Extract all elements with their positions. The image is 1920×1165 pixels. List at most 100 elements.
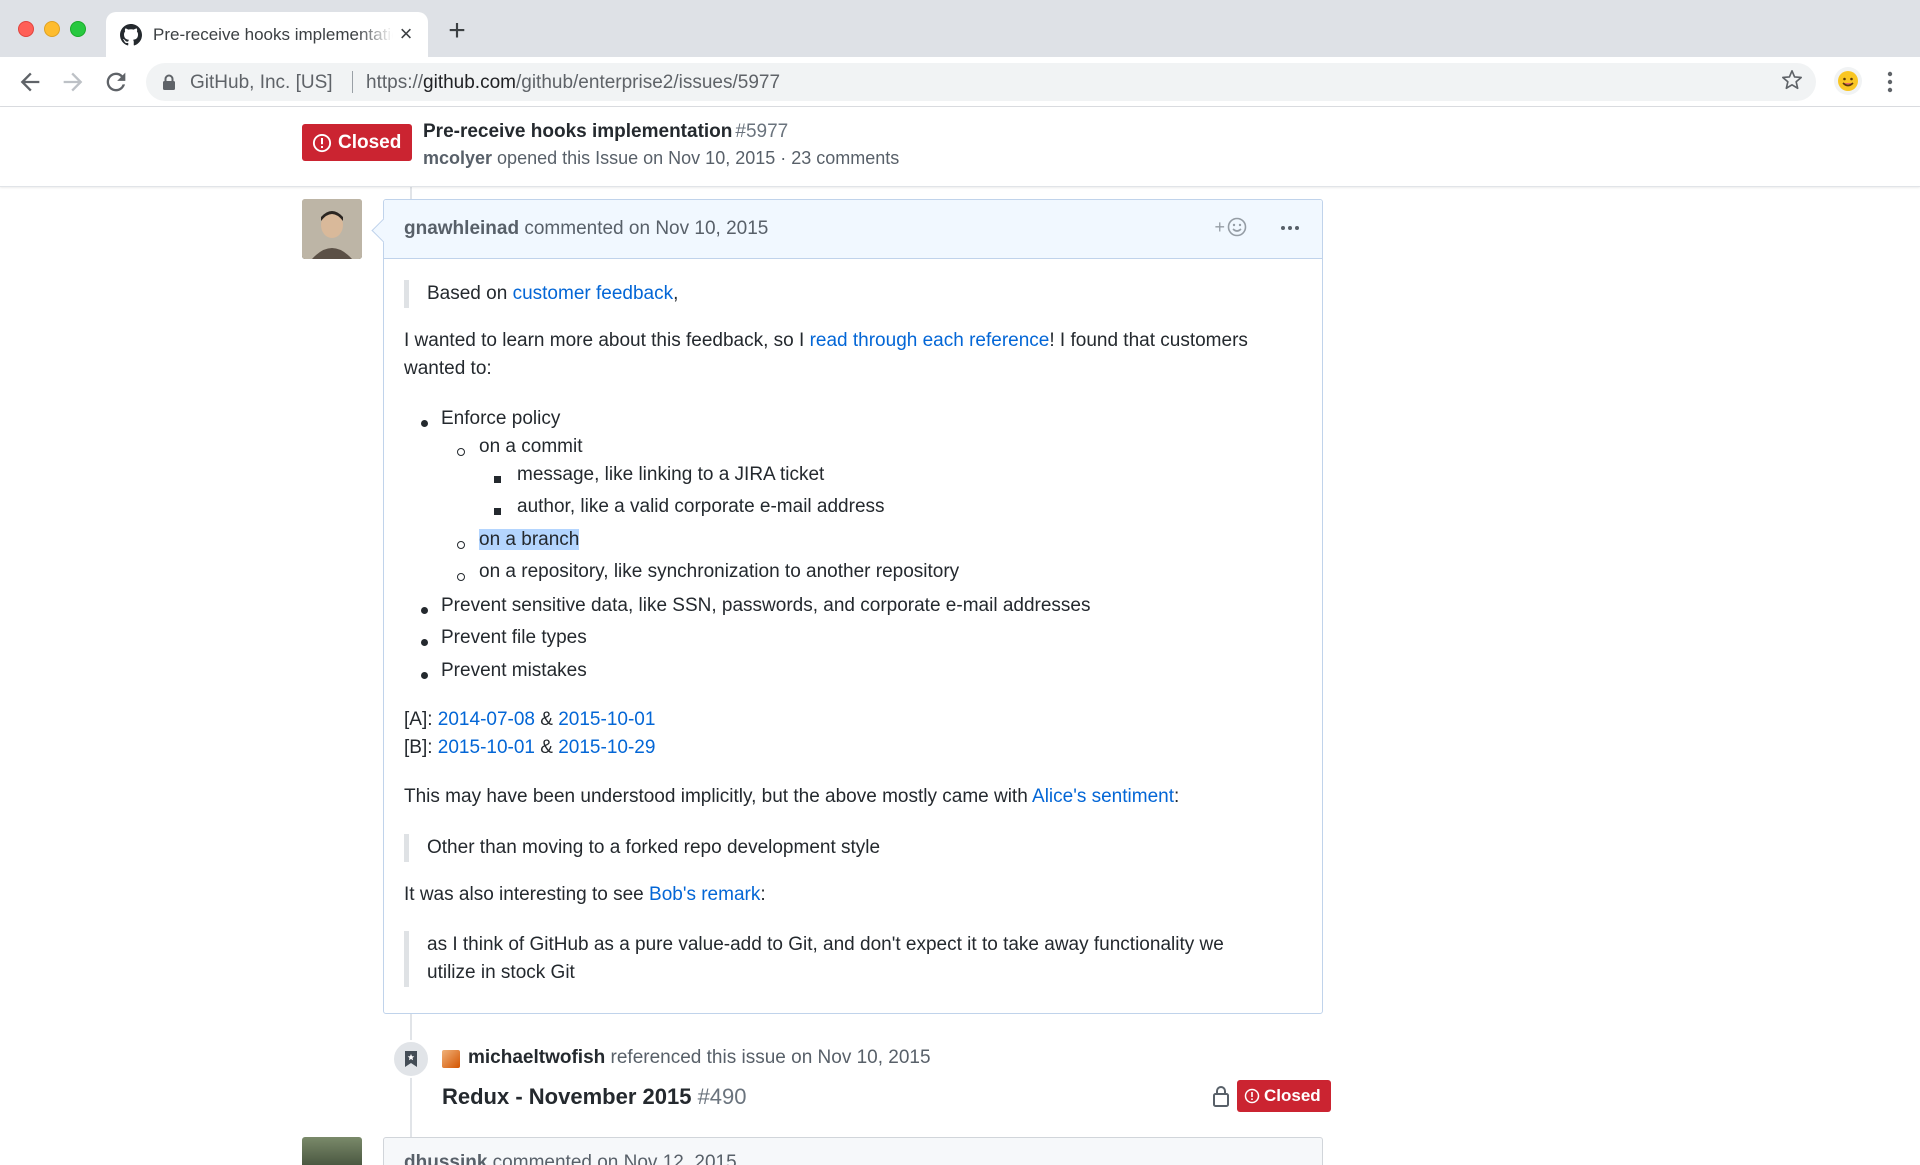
bookmark-icon: [405, 1051, 417, 1067]
reload-icon: [106, 72, 126, 92]
profile-emoji-icon: [1838, 71, 1858, 91]
tab-title: Pre-receive hooks implementation: [153, 25, 393, 44]
blockquote-forked-repo: Other than moving to a forked repo devel…: [404, 834, 880, 862]
bullet: [457, 573, 465, 581]
paragraph-2: This may have been understood implicitly…: [404, 786, 1179, 808]
browser-toolbar: GitHub, Inc. [US] https://github.com/git…: [0, 57, 1920, 107]
list-item: Prevent sensitive data, like SSN, passwo…: [441, 595, 1091, 616]
browser-menu-icon[interactable]: [1880, 68, 1900, 96]
bullet: [421, 420, 428, 427]
avatar[interactable]: [442, 1050, 460, 1068]
issue-state-label: Closed: [338, 132, 402, 153]
reaction-plus: +: [1214, 216, 1225, 237]
profile-avatar-button[interactable]: [1834, 67, 1862, 95]
issue-meta-text: opened this Issue on Nov 10, 2015 · 23 c…: [492, 148, 900, 168]
quote1-text: Based on: [427, 283, 513, 304]
bookmark-star-icon[interactable]: [1781, 69, 1803, 91]
bob-remark-link[interactable]: Bob's remark: [649, 884, 760, 905]
reload-button[interactable]: [102, 68, 130, 96]
issue-state-badge: Closed: [302, 124, 413, 161]
arrow-right-icon: [63, 72, 83, 92]
comment-box: dhussink commented on Nov 12, 2015: [383, 1137, 1323, 1165]
close-window-button[interactable]: [18, 21, 34, 37]
bullet: [421, 672, 428, 679]
xref-action: referenced this issue on Nov 10, 2015: [605, 1047, 931, 1068]
para3-suffix: :: [760, 884, 766, 905]
bullet: [421, 607, 428, 614]
para2-prefix: This may have been understood implicitly…: [404, 786, 1033, 807]
maximize-window-button[interactable]: [70, 21, 86, 37]
xref-number: #490: [697, 1084, 747, 1109]
quote2-text: Other than moving to a forked repo devel…: [427, 837, 881, 858]
minimize-window-button[interactable]: [44, 21, 60, 37]
quote1-suffix: ,: [673, 283, 679, 304]
url-text[interactable]: https://github.com/github/enterprise2/is…: [366, 72, 780, 94]
xref-title-text: Redux - November 2015: [442, 1084, 692, 1109]
browser-tab-active[interactable]: Pre-receive hooks implementation ×: [106, 12, 428, 57]
issue-title-text: Pre-receive hooks implementation: [423, 121, 733, 142]
reference-b-link-2[interactable]: 2015-10-29: [558, 737, 655, 758]
ampersand: &: [535, 709, 559, 730]
reference-b: [B]: 2015-10-01 & 2015-10-29: [404, 737, 655, 759]
bullet: [494, 508, 501, 515]
list-item: Prevent mistakes: [441, 660, 587, 681]
comment-timestamp[interactable]: commented on Nov 10, 2015: [519, 218, 768, 239]
quote3-line1: as I think of GitHub as a pure value-add…: [427, 934, 1224, 955]
address-bar[interactable]: GitHub, Inc. [US] https://github.com/git…: [146, 63, 1816, 101]
omnibox-divider: [352, 71, 353, 93]
reference-a-link-2[interactable]: 2015-10-01: [558, 709, 655, 730]
kebab-menu-icon[interactable]: [1278, 216, 1302, 240]
avatar-photo: [302, 199, 362, 259]
xref-state-badge: Closed: [1237, 1080, 1331, 1112]
bullet: [421, 639, 428, 646]
bullet: [457, 448, 465, 456]
site-identity: GitHub, Inc. [US]: [190, 72, 333, 93]
bullet: [457, 541, 465, 549]
arrow-left-icon: [20, 72, 40, 92]
avatar[interactable]: [302, 199, 362, 259]
issue-number: #5977: [735, 121, 789, 142]
paragraph-1-line-2: wanted to:: [404, 358, 492, 379]
alice-sentiment-link[interactable]: Alice's sentiment: [1032, 786, 1174, 807]
paragraph-1: I wanted to learn more about this feedba…: [404, 330, 1248, 352]
back-button[interactable]: [16, 68, 44, 96]
sticky-issue-header: Closed Pre-receive hooks implementation #…: [0, 107, 1920, 187]
reference-a: [A]: 2014-07-08 & 2015-10-01: [404, 709, 655, 731]
ampersand: &: [535, 737, 559, 758]
browser-tab-strip: Pre-receive hooks implementation × +: [0, 0, 1920, 57]
comment-timestamp[interactable]: commented on Nov 12, 2015: [487, 1152, 737, 1165]
lock-icon: [163, 74, 175, 90]
blockquote-customer-feedback: Based on customer feedback,: [404, 280, 678, 308]
add-reaction-button[interactable]: +: [1214, 216, 1248, 238]
list-item: Enforce policy: [441, 408, 561, 429]
customer-feedback-link[interactable]: customer feedback: [513, 283, 674, 304]
comment-author-link[interactable]: gnawhleinad: [404, 218, 519, 239]
comment-box: gnawhleinad commented on Nov 10, 2015 + …: [383, 199, 1323, 1014]
reference-a-link-1[interactable]: 2014-07-08: [438, 709, 535, 730]
para3-prefix: It was also interesting to see: [404, 884, 650, 905]
list-item: message, like linking to a JIRA ticket: [517, 464, 825, 485]
issue-meta: mcolyer opened this Issue on Nov 10, 201…: [423, 148, 899, 169]
xref-issue-link[interactable]: Redux - November 2015 #490: [442, 1084, 747, 1110]
reference-b-link-1[interactable]: 2015-10-01: [438, 737, 535, 758]
comment-author-link[interactable]: dhussink: [404, 1152, 487, 1165]
selected-text: on a branch: [479, 529, 580, 550]
xref-state-label: Closed: [1264, 1086, 1321, 1105]
issue-closed-icon: [1244, 1088, 1260, 1104]
tab-close-icon[interactable]: ×: [394, 22, 418, 46]
quote3-line2: utilize in stock Git: [427, 962, 575, 983]
forward-button[interactable]: [59, 68, 87, 96]
list-item: Prevent file types: [441, 627, 587, 648]
avatar[interactable]: [302, 1137, 362, 1165]
cross-reference-heading: michaeltwofish referenced this issue on …: [468, 1047, 931, 1069]
url-scheme: https://: [366, 72, 424, 93]
issue-author-link[interactable]: mcolyer: [423, 148, 492, 168]
blockquote-bob: as I think of GitHub as a pure value-add…: [404, 931, 1224, 987]
read-each-reference-link[interactable]: read through each reference: [810, 330, 1050, 351]
new-tab-button[interactable]: +: [444, 16, 470, 46]
smiley-icon: [1227, 217, 1247, 237]
para2-suffix: :: [1173, 786, 1180, 807]
github-logo-icon: [120, 24, 142, 46]
comment-heading: dhussink commented on Nov 12, 2015: [404, 1152, 737, 1165]
xref-author-link[interactable]: michaeltwofish: [468, 1047, 605, 1068]
